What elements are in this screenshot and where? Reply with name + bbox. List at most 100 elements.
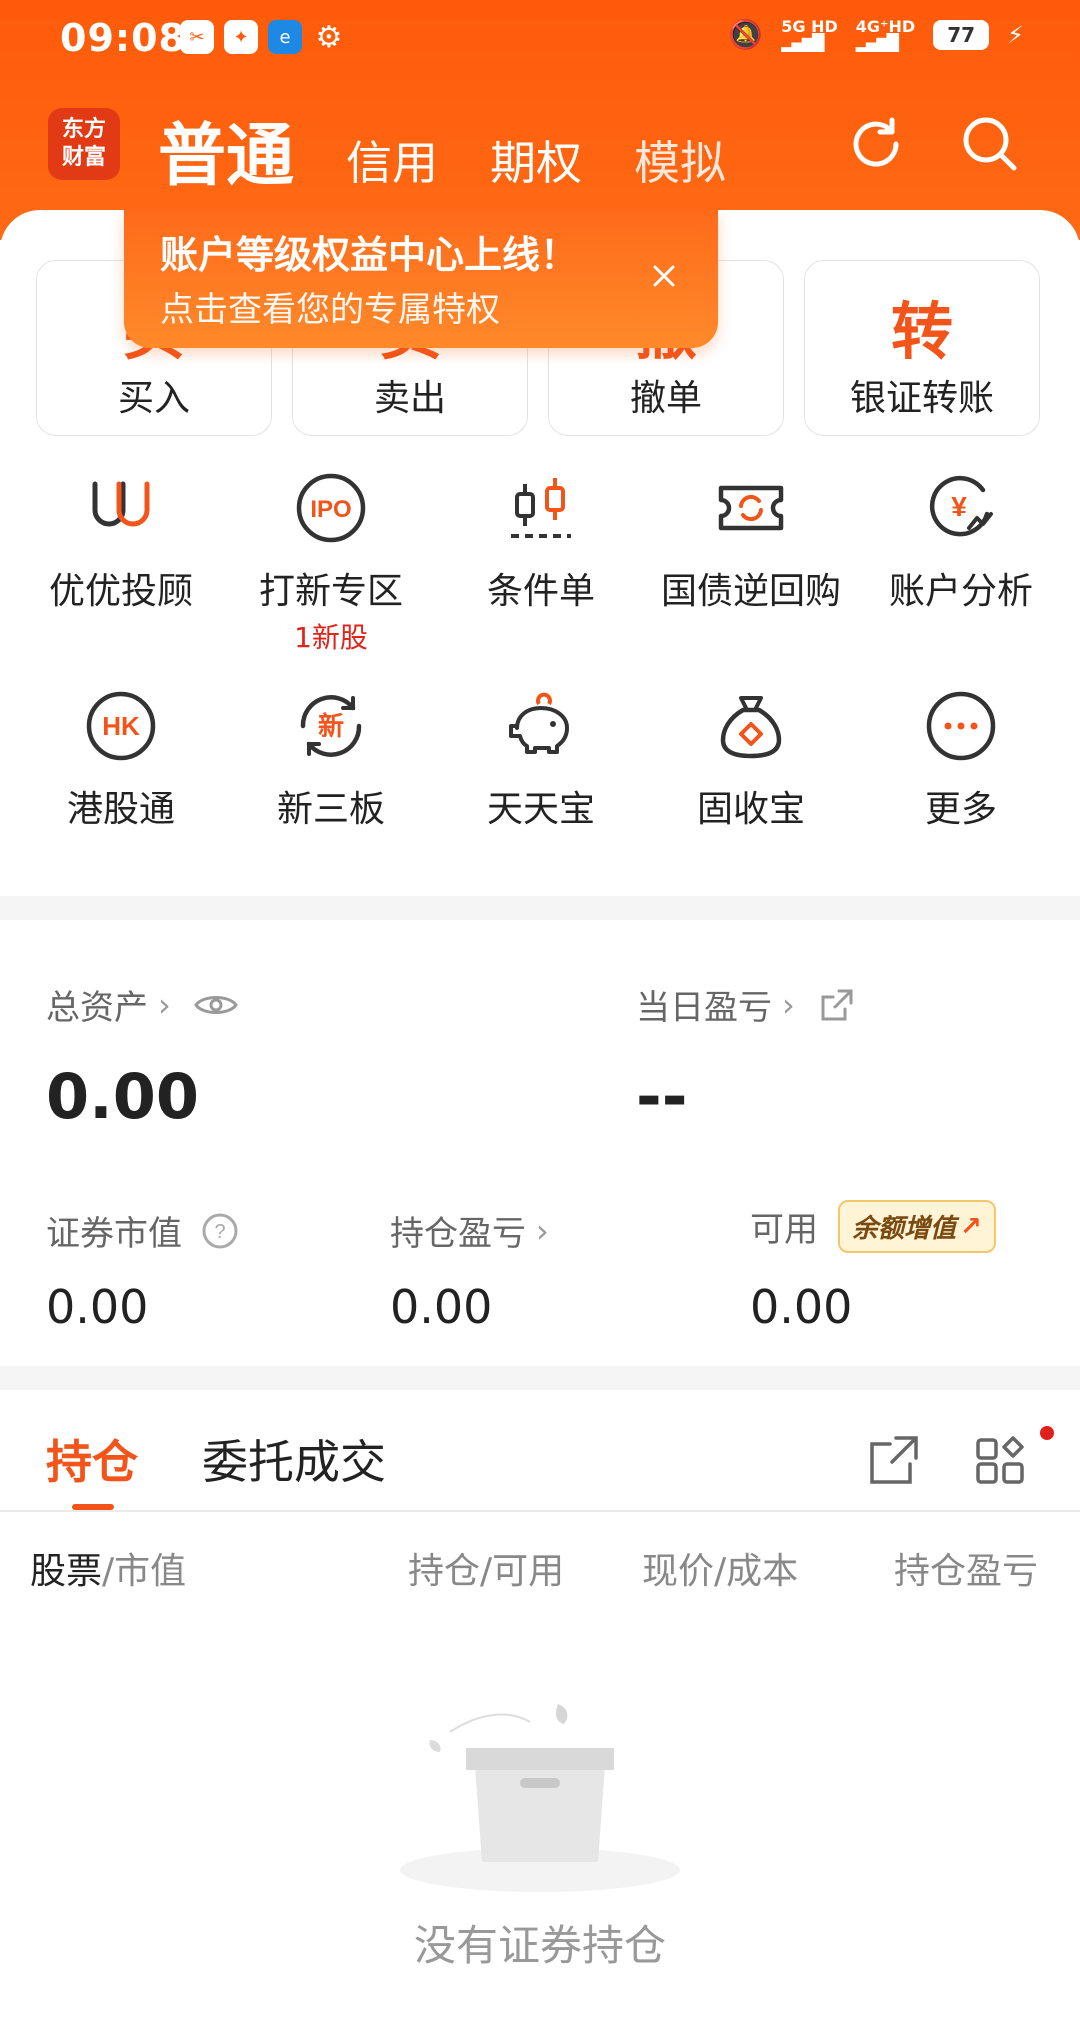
chevron-right-icon: › <box>536 1211 549 1250</box>
logo-text: 财富 <box>61 145 106 170</box>
positions-section: 持仓 委托成交 股票/市值 持仓/可用 现价/成本 持仓盈亏 没有证券持仓 <box>0 1392 1080 2024</box>
total-assets-value: 0.00 <box>46 1060 199 1133</box>
grid-item-label: 账户分析 <box>888 571 1033 612</box>
market-value-value: 0.00 <box>46 1280 149 1334</box>
market-value-label-group: 证券市值 ? <box>46 1206 240 1255</box>
available-value: 0.00 <box>750 1280 853 1334</box>
notification-dot <box>1040 1426 1054 1440</box>
grid-item-label: 天天宝 <box>486 789 595 830</box>
signal-icon: ▂▄▆█ <box>855 32 899 52</box>
candlestick-icon <box>511 478 571 538</box>
grid-item-more[interactable]: 更多 <box>856 688 1066 832</box>
svg-text:IPO: IPO <box>310 496 351 523</box>
account-tabs: 普通 信用 期权 模拟 <box>158 100 726 199</box>
ipo-icon: IPO <box>296 473 366 543</box>
grid-item-label: 优优投顾 <box>48 571 193 612</box>
settings-gear-icon: ⚙ <box>315 19 343 55</box>
column-label: /市值 <box>102 1551 187 1592</box>
more-icon <box>926 691 996 761</box>
grid-item-ipo[interactable]: IPO 打新专区 1新股 <box>226 470 436 656</box>
grid-layout-icon[interactable] <box>972 1432 1028 1488</box>
total-assets-label: 总资产 <box>46 988 148 1028</box>
new-board-icon: 新 <box>300 695 362 757</box>
market-value-label: 证券市值 <box>46 1214 182 1254</box>
hk-icon: HK <box>86 691 156 761</box>
export-icon[interactable] <box>866 1432 922 1488</box>
money-bag-icon <box>720 696 782 759</box>
search-button[interactable] <box>952 106 1028 182</box>
grid-item-conditional-order[interactable]: 条件单 <box>436 470 646 614</box>
column-holding-available[interactable]: 持仓/可用 <box>408 1542 564 1594</box>
empty-box-illustration <box>400 1704 680 1892</box>
tab-positions[interactable]: 持仓 <box>46 1426 138 1492</box>
available-label-group: 可用 余额增值 ↗ <box>750 1200 996 1253</box>
svg-text:HK: HK <box>102 711 140 741</box>
status-time: 09:08 <box>60 16 186 60</box>
section-divider <box>0 896 1080 920</box>
tab-normal[interactable]: 普通 <box>158 100 294 199</box>
svg-text:新: 新 <box>318 711 344 742</box>
column-label: 股票 <box>30 1551 103 1592</box>
asset-summary: 总资产 › 0.00 当日盈亏 › -- 证券市值 ? 0.00 持仓盈亏 › … <box>0 920 1080 1370</box>
app-logo[interactable]: 东方 财富 <box>48 108 120 180</box>
grid-item-fixed-income[interactable]: 固收宝 <box>646 688 856 832</box>
bank-transfer-label: 银证转账 <box>849 378 994 419</box>
battery-icon: 77 <box>933 19 990 50</box>
app-notification-icon: ✂ <box>180 20 214 54</box>
total-assets-link[interactable]: 总资产 › <box>46 980 239 1029</box>
tab-simulation[interactable]: 模拟 <box>634 127 726 199</box>
tooltip-subtitle: 点击查看您的专属特权 <box>160 290 500 330</box>
help-icon[interactable]: ? <box>200 1211 240 1251</box>
daily-pl-link[interactable]: 当日盈亏 › <box>636 980 857 1029</box>
svg-text:¥: ¥ <box>951 491 967 522</box>
repo-icon <box>718 485 784 531</box>
svg-text:?: ? <box>214 1221 225 1243</box>
sell-label: 卖出 <box>373 378 446 419</box>
grid-item-label: 更多 <box>924 789 997 830</box>
app-notification-icon: ✦ <box>224 20 258 54</box>
buy-label: 买入 <box>117 378 190 419</box>
chevron-right-icon: › <box>158 985 171 1024</box>
empty-state-text: 没有证券持仓 <box>413 1921 666 1970</box>
holding-pl-label: 持仓盈亏 <box>390 1214 526 1254</box>
column-holding-pl[interactable]: 持仓盈亏 <box>894 1542 1054 1594</box>
badge-label: 余额增值 <box>852 1214 957 1244</box>
yen-chart-icon: ¥ <box>929 475 993 537</box>
new-stock-count: 1新股 <box>294 621 368 654</box>
daily-pl-label: 当日盈亏 <box>636 988 772 1028</box>
balance-boost-badge[interactable]: 余额增值 ↗ <box>838 1200 996 1253</box>
transfer-icon: 转 <box>890 295 953 368</box>
holding-pl-link[interactable]: 持仓盈亏 › <box>390 1206 549 1255</box>
tooltip-title: 账户等级权益中心上线！ <box>160 233 579 277</box>
cancel-order-label: 撤单 <box>629 378 702 419</box>
column-stock-value[interactable]: 股票/市值 <box>30 1542 186 1594</box>
eye-icon[interactable] <box>193 990 239 1020</box>
refresh-button[interactable] <box>838 106 914 182</box>
grid-item-new-third-board[interactable]: 新 新三板 <box>226 688 436 832</box>
close-icon[interactable] <box>644 256 684 296</box>
tab-orders-trades[interactable]: 委托成交 <box>202 1426 386 1492</box>
grid-item-label: 条件单 <box>486 571 595 612</box>
available-label: 可用 <box>750 1210 818 1250</box>
divider <box>0 1510 1080 1512</box>
column-price-cost[interactable]: 现价/成本 <box>642 1542 798 1594</box>
grid-item-hk-connect[interactable]: HK 港股通 <box>16 688 226 832</box>
holding-pl-value: 0.00 <box>390 1280 493 1334</box>
mute-bell-icon: 🔕 <box>728 18 764 51</box>
grid-item-label: 新三板 <box>276 789 385 830</box>
tab-options[interactable]: 期权 <box>490 127 582 199</box>
grid-item-label: 固收宝 <box>696 789 805 830</box>
piggy-bank-icon <box>509 692 569 754</box>
grid-item-uu-advisor[interactable]: 优优投顾 <box>16 470 226 614</box>
grid-item-label: 港股通 <box>66 789 175 830</box>
grid-item-label: 打新专区 <box>258 571 403 612</box>
search-icon <box>963 117 1017 171</box>
tab-credit[interactable]: 信用 <box>346 127 438 199</box>
status-bar: 09:08 ✂ ✦ e ⚙ 🔕 5G HD ▂▄▆█ 4G⁺HD ▂▄▆█ 77 ⚡ <box>0 0 1080 78</box>
bank-transfer-button[interactable]: 转 银证转账 <box>804 260 1040 436</box>
promo-tooltip[interactable]: 账户等级权益中心上线！ 点击查看您的专属特权 <box>124 210 718 348</box>
grid-item-account-analysis[interactable]: ¥ 账户分析 <box>856 470 1066 614</box>
grid-item-tiantianbao[interactable]: 天天宝 <box>436 688 646 832</box>
grid-item-reverse-repo[interactable]: 国债逆回购 <box>646 470 856 614</box>
share-icon[interactable] <box>817 985 857 1025</box>
